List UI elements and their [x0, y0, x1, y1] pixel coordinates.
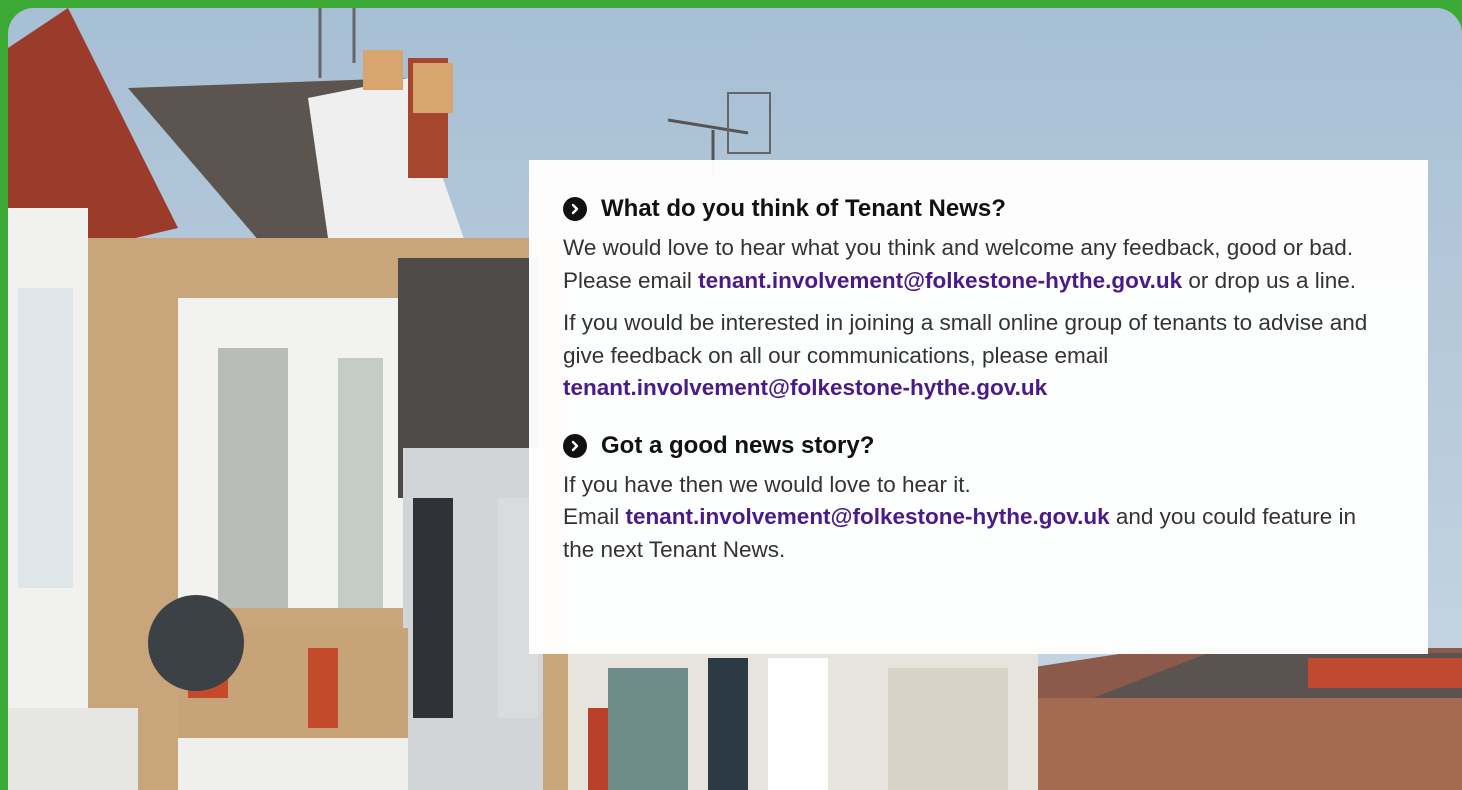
heading-text: Got a good news story? [601, 431, 875, 459]
heading-text: What do you think of Tenant News? [601, 195, 1006, 222]
feedback-text-end: or drop us a line. [1182, 267, 1357, 293]
feedback-panel: What do you think of Tenant News? We wou… [529, 160, 1428, 654]
online-group-paragraph: If you would be interested in joining a … [563, 307, 1392, 405]
email-link[interactable]: tenant.involvement@folkestone-hythe.gov.… [563, 375, 1047, 400]
email-link[interactable]: tenant.involvement@folkestone-hythe.gov.… [626, 504, 1110, 529]
section-heading-good-news: Got a good news story? [563, 431, 1392, 461]
email-link[interactable]: tenant.involvement@folkestone-hythe.gov.… [698, 268, 1182, 293]
feedback-paragraph: We would love to hear what you think and… [563, 232, 1392, 297]
chevron-right-circle-icon [563, 197, 587, 221]
online-group-text: If you would be interested in joining a … [563, 310, 1368, 368]
good-news-email-prefix: Email [563, 504, 626, 529]
page-frame: What do you think of Tenant News? We wou… [8, 8, 1462, 790]
good-news-text: If you have then we would love to hear i… [563, 471, 971, 497]
chevron-right-circle-icon [563, 433, 587, 458]
section-heading-tenant-news: What do you think of Tenant News? [563, 194, 1392, 224]
good-news-paragraph: If you have then we would love to hear i… [563, 469, 1392, 567]
